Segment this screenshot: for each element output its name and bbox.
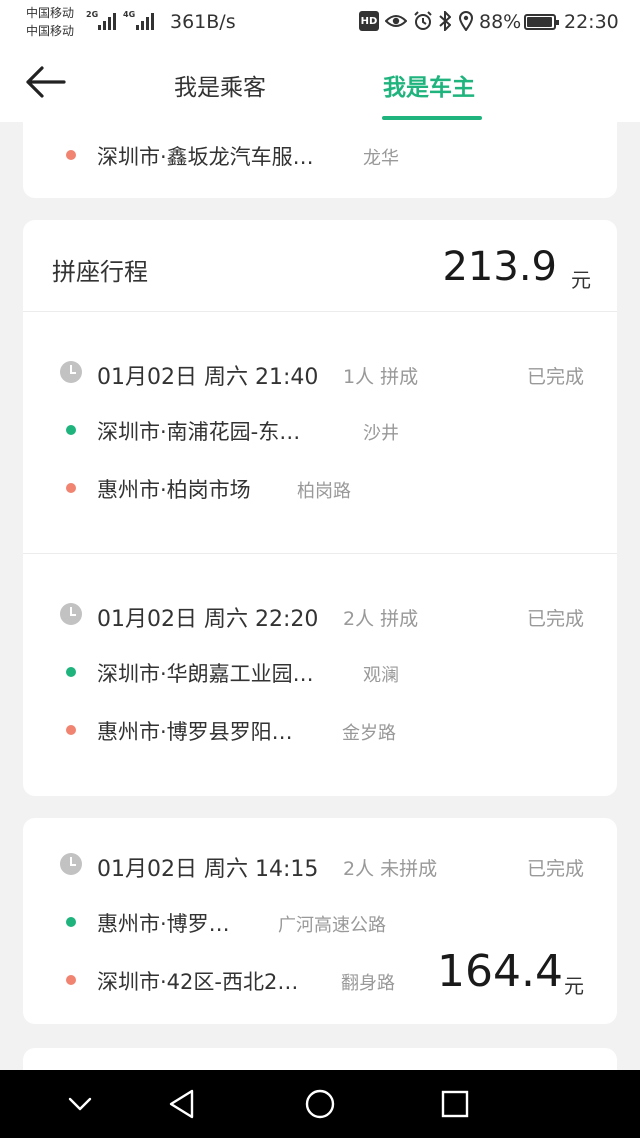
destination-address: 深圳市·42区-西北2… <box>97 970 299 994</box>
trip-time: 01月02日 周六 22:20 <box>97 607 319 632</box>
origin-dot-icon <box>66 425 76 435</box>
origin-area: 沙井 <box>363 423 399 444</box>
origin-address: 深圳市·南浦花园-东… <box>97 420 301 444</box>
carrier-label-2: 中国移动 <box>26 24 75 38</box>
app-header: 我是乘客 我是车主 <box>0 46 640 122</box>
hd-icon: HD <box>359 11 379 31</box>
pooled-trip-amount: 213.9 <box>442 244 557 290</box>
pooled-trip-card[interactable]: 拼座行程 213.9 元 01月02日 周六 21:40 1人 拼成 已完成 深… <box>23 220 617 796</box>
trip-status: 已完成 <box>526 366 584 388</box>
destination-area: 翻身路 <box>341 973 395 994</box>
net-speed: 361B/s <box>170 11 236 33</box>
destination-address: 深圳市·鑫坂龙汽车服… <box>97 145 314 169</box>
trip-card[interactable]: 深圳市·鑫坂龙汽车服… 龙华 <box>23 122 617 198</box>
carrier-label-1: 中国移动 <box>26 6 75 20</box>
trip-card[interactable] <box>23 1048 617 1070</box>
location-icon <box>458 10 474 32</box>
clock-icon <box>60 361 82 383</box>
destination-dot-icon <box>66 150 76 160</box>
clock-icon <box>60 853 82 875</box>
status-bar: 中国移动 中国移动 2G 4G 361B/s HD 88% 22:30 <box>0 0 640 46</box>
origin-dot-icon <box>66 667 76 677</box>
hide-nav-button[interactable] <box>58 1084 102 1124</box>
destination-dot-icon <box>66 483 76 493</box>
square-recents-icon <box>441 1090 469 1118</box>
alarm-icon <box>413 10 433 32</box>
origin-area: 观澜 <box>363 665 399 686</box>
system-nav-bar <box>0 1070 640 1138</box>
origin-address: 深圳市·华朗嘉工业园… <box>97 662 314 686</box>
triangle-back-icon <box>169 1089 194 1119</box>
signal-icon <box>98 12 116 30</box>
battery-icon <box>524 14 559 30</box>
destination-address: 惠州市·柏岗市场 <box>97 478 251 502</box>
tab-driver[interactable]: 我是车主 <box>383 68 475 102</box>
trip-seats: 1人 拼成 <box>343 366 419 388</box>
status-time: 22:30 <box>564 11 619 33</box>
network-type-2: 4G <box>123 10 136 19</box>
currency-unit: 元 <box>571 268 591 292</box>
trip-list[interactable]: 深圳市·鑫坂龙汽车服… 龙华 拼座行程 213.9 元 01月02日 周六 21… <box>0 122 640 1070</box>
destination-area: 龙华 <box>363 148 399 169</box>
trip-status: 已完成 <box>526 608 584 630</box>
nav-recents-button[interactable] <box>433 1084 477 1124</box>
origin-dot-icon <box>66 917 76 927</box>
clock-icon <box>60 603 82 625</box>
active-tab-indicator <box>382 116 482 120</box>
trip-time: 01月02日 周六 14:15 <box>97 857 319 882</box>
circle-home-icon <box>305 1089 335 1119</box>
back-arrow-icon <box>26 66 66 98</box>
destination-dot-icon <box>66 975 76 985</box>
eye-icon <box>385 10 407 32</box>
trip-amount: 164.4 <box>437 946 563 997</box>
back-button[interactable] <box>22 62 70 102</box>
destination-dot-icon <box>66 725 76 735</box>
destination-address: 惠州市·博罗县罗阳… <box>97 720 293 744</box>
trip-time: 01月02日 周六 21:40 <box>97 365 319 390</box>
nav-home-button[interactable] <box>298 1084 342 1124</box>
trip-status: 已完成 <box>526 858 584 880</box>
battery-percent: 88% <box>479 11 522 33</box>
destination-area: 柏岗路 <box>297 481 351 502</box>
signal-icon <box>136 12 154 30</box>
origin-address: 惠州市·博罗… <box>97 912 230 936</box>
chevron-down-icon <box>68 1097 92 1111</box>
currency-unit: 元 <box>564 974 584 998</box>
divider <box>23 553 617 554</box>
trip-card[interactable]: 01月02日 周六 14:15 2人 未拼成 已完成 惠州市·博罗… 广河高速公… <box>23 818 617 1024</box>
nav-back-button[interactable] <box>160 1084 204 1124</box>
destination-area: 金岁路 <box>342 723 396 744</box>
pooled-trip-title: 拼座行程 <box>52 258 148 286</box>
bluetooth-icon <box>438 10 452 32</box>
network-type-1: 2G <box>86 10 99 19</box>
tab-passenger[interactable]: 我是乘客 <box>174 68 266 102</box>
pooled-trip-header: 拼座行程 213.9 元 <box>23 220 617 312</box>
trip-seats: 2人 拼成 <box>343 608 419 630</box>
origin-area: 广河高速公路 <box>278 915 386 936</box>
trip-seats: 2人 未拼成 <box>343 858 438 880</box>
